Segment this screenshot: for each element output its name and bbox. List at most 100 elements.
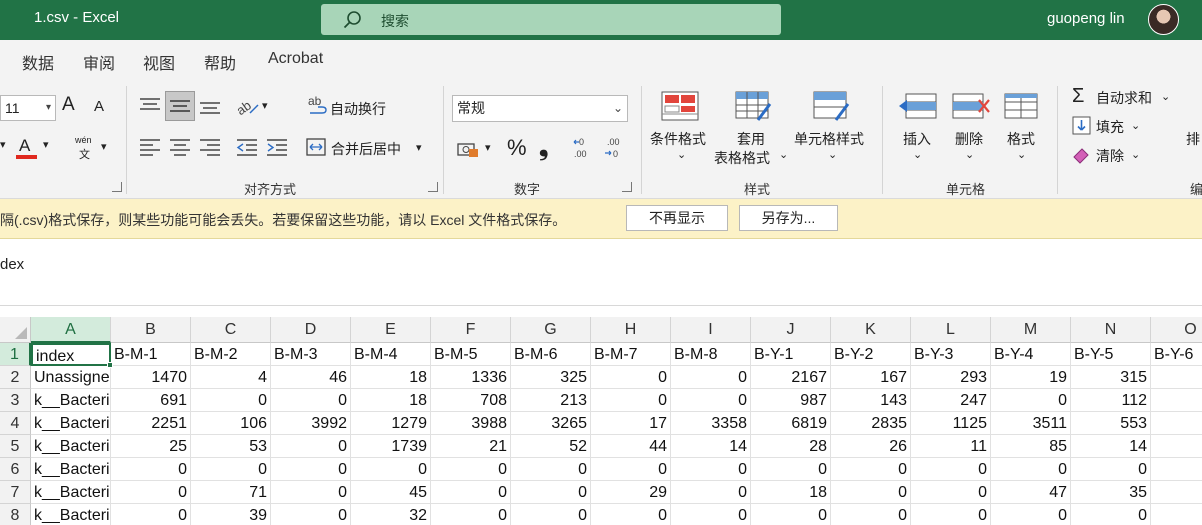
tab-view[interactable]: 视图 [143, 50, 175, 74]
cell-l7[interactable]: 0 [911, 481, 991, 504]
cell-j4[interactable]: 6819 [751, 412, 831, 435]
fill-icon[interactable] [1072, 116, 1092, 136]
merge-center-icon[interactable] [306, 137, 326, 157]
cell-i3[interactable]: 0 [671, 389, 751, 412]
cell-o5[interactable] [1151, 435, 1202, 458]
search-box[interactable]: 搜索 [321, 4, 781, 35]
grow-font-icon[interactable]: A [62, 94, 75, 116]
format-label[interactable]: 格式 [1007, 129, 1035, 149]
tab-acrobat[interactable]: Acrobat [268, 50, 323, 68]
cell-j3[interactable]: 987 [751, 389, 831, 412]
cell-k8[interactable]: 0 [831, 504, 911, 525]
cell-h1[interactable]: B-M-7 [591, 343, 671, 366]
cell-d3[interactable]: 0 [271, 389, 351, 412]
cell-g8[interactable]: 0 [511, 504, 591, 525]
row-header-3[interactable]: 3 [0, 389, 31, 412]
delete-cells-icon[interactable] [951, 90, 991, 122]
cell-j8[interactable]: 0 [751, 504, 831, 525]
row-header-7[interactable]: 7 [0, 481, 31, 504]
insert-label[interactable]: 插入 [903, 129, 931, 149]
cell-h8[interactable]: 0 [591, 504, 671, 525]
decrease-decimal-icon[interactable]: .000 [603, 136, 627, 160]
cell-n1[interactable]: B-Y-5 [1071, 343, 1151, 366]
cell-g2[interactable]: 325 [511, 366, 591, 389]
column-header-j[interactable]: J [751, 317, 831, 343]
cell-n4[interactable]: 553 [1071, 412, 1151, 435]
cell-d6[interactable]: 0 [271, 458, 351, 481]
tab-review[interactable]: 审阅 [83, 50, 115, 74]
eraser-icon[interactable] [1071, 145, 1091, 165]
cell-l1[interactable]: B-Y-3 [911, 343, 991, 366]
cell-i2[interactable]: 0 [671, 366, 751, 389]
percent-icon[interactable]: % [507, 135, 527, 161]
cell-g5[interactable]: 52 [511, 435, 591, 458]
format-as-table-icon[interactable] [734, 90, 774, 122]
cell-o7[interactable] [1151, 481, 1202, 504]
formula-bar[interactable]: dex [0, 240, 1202, 306]
column-header-h[interactable]: H [591, 317, 671, 343]
cell-c6[interactable]: 0 [191, 458, 271, 481]
cell-a5[interactable]: k__Bacteria [31, 435, 111, 458]
column-header-m[interactable]: M [991, 317, 1071, 343]
cell-b5[interactable]: 25 [111, 435, 191, 458]
clear-label[interactable]: 清除 [1096, 146, 1124, 166]
tab-data[interactable]: 数据 [22, 50, 54, 74]
tab-help[interactable]: 帮助 [204, 50, 236, 74]
cell-e4[interactable]: 1279 [351, 412, 431, 435]
chevron-down-icon[interactable]: ⌄ [1161, 90, 1170, 103]
chevron-down-icon[interactable]: ▾ [0, 138, 6, 151]
chevron-down-icon[interactable]: ⌄ [677, 148, 686, 161]
cell-b7[interactable]: 0 [111, 481, 191, 504]
cell-e3[interactable]: 18 [351, 389, 431, 412]
font-color-icon[interactable]: A [19, 136, 30, 156]
cell-a4[interactable]: k__Bacteria [31, 412, 111, 435]
cell-b6[interactable]: 0 [111, 458, 191, 481]
cell-styles-label[interactable]: 单元格样式 [794, 129, 864, 149]
chevron-down-icon[interactable]: ▾ [485, 141, 491, 154]
chevron-down-icon[interactable]: ▾ [262, 99, 268, 112]
row-header-5[interactable]: 5 [0, 435, 31, 458]
cell-c7[interactable]: 71 [191, 481, 271, 504]
column-header-e[interactable]: E [351, 317, 431, 343]
cell-f7[interactable]: 0 [431, 481, 511, 504]
cell-h3[interactable]: 0 [591, 389, 671, 412]
cell-j1[interactable]: B-Y-1 [751, 343, 831, 366]
cell-o1[interactable]: B-Y-6 [1151, 343, 1202, 366]
align-right-icon[interactable] [199, 138, 221, 156]
cell-l6[interactable]: 0 [911, 458, 991, 481]
cell-k5[interactable]: 26 [831, 435, 911, 458]
user-name[interactable]: guopeng lin [1047, 10, 1125, 27]
cell-n3[interactable]: 112 [1071, 389, 1151, 412]
shrink-font-icon[interactable]: A [94, 98, 104, 115]
row-header-8[interactable]: 8 [0, 504, 31, 525]
cell-l3[interactable]: 247 [911, 389, 991, 412]
cell-j2[interactable]: 2167 [751, 366, 831, 389]
cell-m3[interactable]: 0 [991, 389, 1071, 412]
wrap-text-icon[interactable]: ab [308, 94, 328, 118]
font-size-combo[interactable]: 11 ▾ [0, 95, 56, 121]
cell-i7[interactable]: 0 [671, 481, 751, 504]
sort-filter-label[interactable]: 排 [1186, 129, 1200, 149]
cell-m8[interactable]: 0 [991, 504, 1071, 525]
row-header-2[interactable]: 2 [0, 366, 31, 389]
cell-b1[interactable]: B-M-1 [111, 343, 191, 366]
cell-k1[interactable]: B-Y-2 [831, 343, 911, 366]
conditional-format-icon[interactable] [660, 90, 700, 122]
cell-e5[interactable]: 1739 [351, 435, 431, 458]
dont-show-again-button[interactable]: 不再显示 [626, 205, 728, 231]
cell-m2[interactable]: 19 [991, 366, 1071, 389]
cell-i4[interactable]: 3358 [671, 412, 751, 435]
cell-c2[interactable]: 4 [191, 366, 271, 389]
chevron-down-icon[interactable]: ⌄ [965, 148, 974, 161]
autosum-label[interactable]: 自动求和 [1096, 88, 1152, 108]
cell-a2[interactable]: Unassigned [31, 366, 111, 389]
cell-c1[interactable]: B-M-2 [191, 343, 271, 366]
phonetic-icon[interactable]: wén [75, 135, 92, 145]
chevron-down-icon[interactable]: ⌄ [913, 148, 922, 161]
cell-c4[interactable]: 106 [191, 412, 271, 435]
cell-d7[interactable]: 0 [271, 481, 351, 504]
cell-d8[interactable]: 0 [271, 504, 351, 525]
cell-h5[interactable]: 44 [591, 435, 671, 458]
chevron-down-icon[interactable]: ▾ [416, 141, 422, 154]
cell-h2[interactable]: 0 [591, 366, 671, 389]
